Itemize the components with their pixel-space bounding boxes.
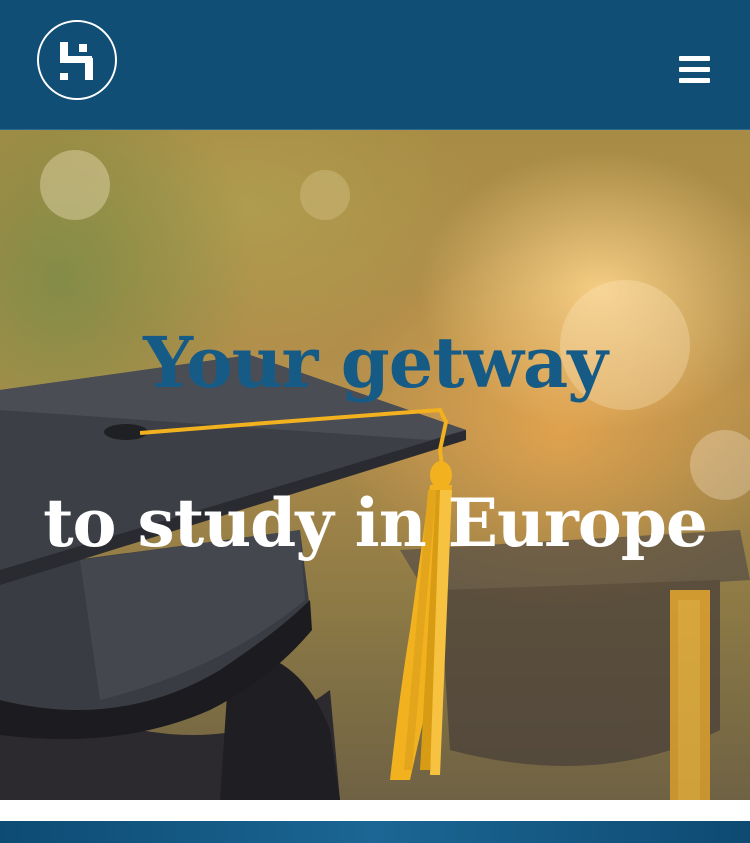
logo[interactable] bbox=[37, 20, 117, 100]
menu-bar bbox=[679, 56, 710, 61]
background-cap bbox=[400, 530, 750, 800]
menu-bar bbox=[679, 78, 710, 83]
hero-banner: Your getway to study in Europe bbox=[0, 130, 750, 800]
graduation-cap-illustration bbox=[0, 355, 750, 800]
next-section-band bbox=[0, 821, 750, 843]
logo-s-icon bbox=[60, 42, 93, 80]
hamburger-menu-button[interactable] bbox=[676, 53, 712, 87]
menu-bar bbox=[679, 67, 710, 72]
hero-headline-line1: Your getway bbox=[143, 321, 608, 404]
site-header bbox=[0, 0, 750, 130]
hero-headline-line2: to study in Europe bbox=[43, 484, 708, 562]
section-divider bbox=[0, 800, 750, 821]
